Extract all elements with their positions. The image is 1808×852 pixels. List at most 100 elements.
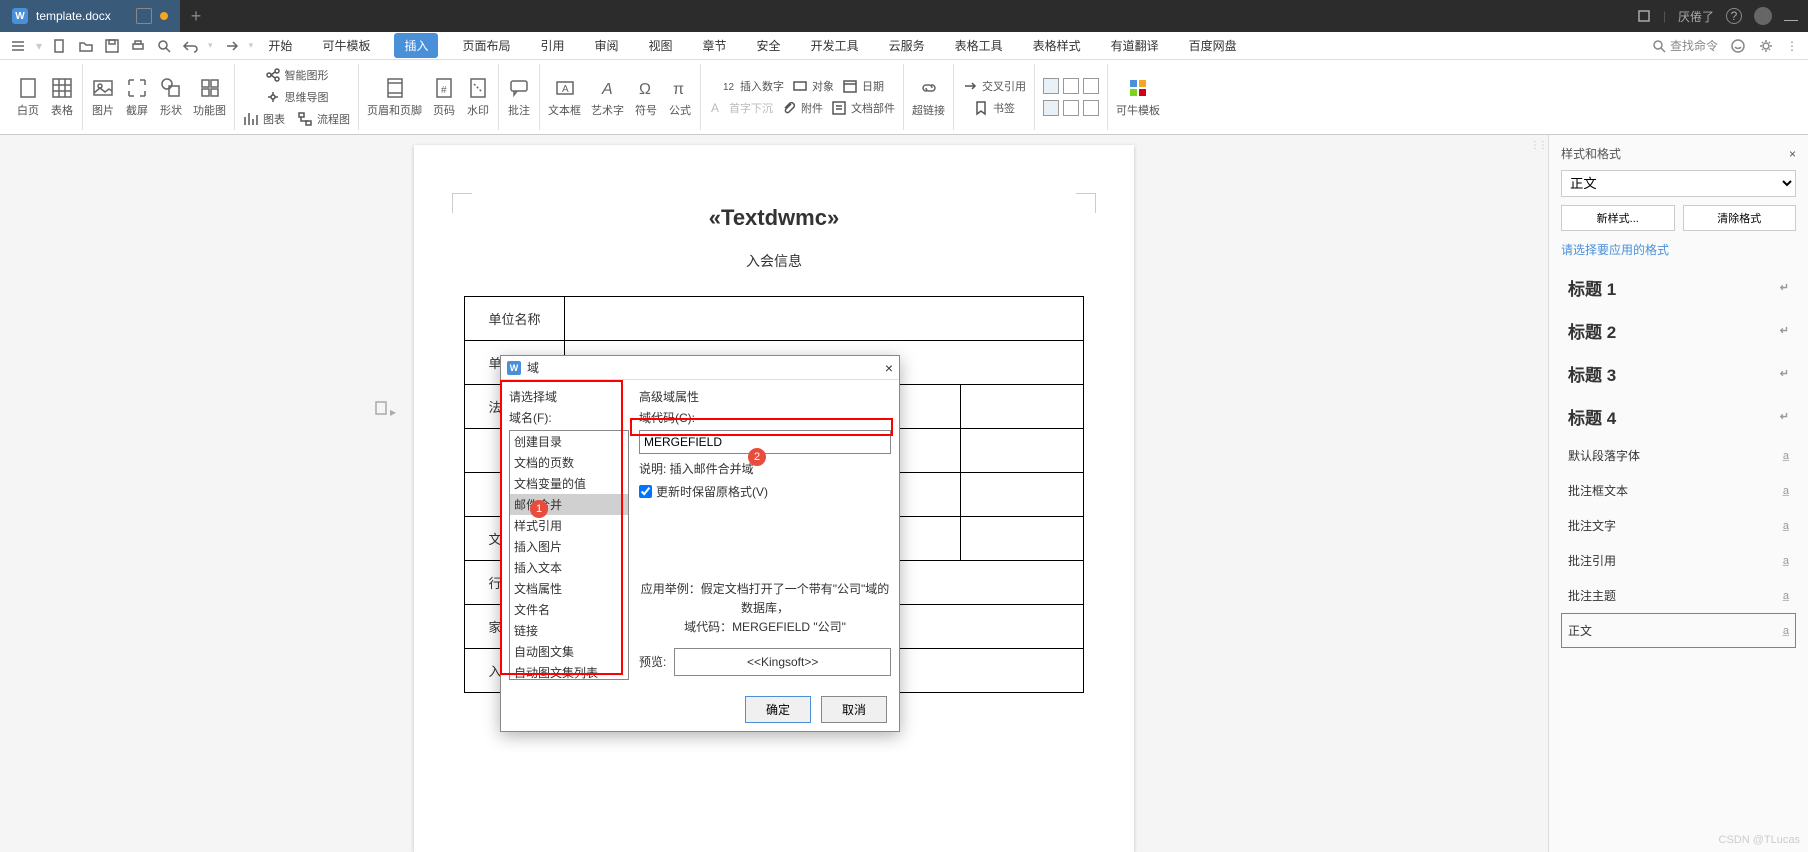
menu-layout[interactable]: 页面布局 bbox=[456, 33, 516, 58]
shapes-button[interactable]: 形状 bbox=[159, 76, 183, 118]
field-code-input[interactable] bbox=[639, 430, 891, 454]
add-tab-button[interactable]: + bbox=[180, 6, 212, 27]
menu-dev[interactable]: 开发工具 bbox=[805, 33, 865, 58]
hyperlink-button[interactable]: 超链接 bbox=[912, 76, 945, 118]
preview-icon[interactable] bbox=[156, 38, 172, 54]
dropcap-button[interactable]: A首字下沉 bbox=[709, 98, 773, 118]
field-option[interactable]: 自动图文集 bbox=[510, 641, 628, 662]
function-button[interactable]: 功能图 bbox=[193, 76, 226, 118]
style-item[interactable]: 批注引用a̲ bbox=[1561, 543, 1796, 578]
smartart-button[interactable]: 智能图形 bbox=[265, 65, 329, 85]
wordart-button[interactable]: A艺术字 bbox=[591, 76, 624, 118]
ok-button[interactable]: 确定 bbox=[745, 696, 811, 723]
dialog-titlebar[interactable]: W 域 × bbox=[501, 356, 899, 380]
field-option[interactable]: 自动图文集列表 bbox=[510, 662, 628, 680]
window-icon[interactable] bbox=[1637, 9, 1651, 23]
object-button[interactable]: 对象 bbox=[792, 76, 834, 96]
style-item[interactable]: 标题 2↵ bbox=[1561, 309, 1796, 352]
symbol-button[interactable]: Ω符号 bbox=[634, 76, 658, 118]
gear-icon[interactable] bbox=[1758, 38, 1774, 54]
menu-security[interactable]: 安全 bbox=[751, 33, 787, 58]
duplicate-icon[interactable] bbox=[136, 8, 152, 24]
smile-icon[interactable] bbox=[1730, 38, 1746, 54]
watermark-button[interactable]: 水印 bbox=[466, 76, 490, 118]
field-option[interactable]: 插入图片 bbox=[510, 536, 628, 557]
open-icon[interactable] bbox=[78, 38, 94, 54]
number-button[interactable]: 12插入数字 bbox=[720, 76, 784, 96]
layout5-icon[interactable] bbox=[1063, 100, 1079, 116]
menu-icon[interactable] bbox=[10, 38, 26, 54]
current-style-select[interactable]: 正文 bbox=[1561, 170, 1796, 197]
field-option[interactable]: 创建目录 bbox=[510, 431, 628, 452]
equation-button[interactable]: π公式 bbox=[668, 76, 692, 118]
panel-grip-icon[interactable]: ⋮⋮ bbox=[1530, 140, 1546, 151]
preserve-format-checkbox[interactable]: 更新时保留原格式(V) bbox=[639, 483, 891, 500]
menu-review[interactable]: 审阅 bbox=[589, 33, 625, 58]
date-button[interactable]: 日期 bbox=[842, 76, 884, 96]
mindmap-button[interactable]: 思维导图 bbox=[265, 87, 329, 107]
style-item[interactable]: 批注主题a̲ bbox=[1561, 578, 1796, 613]
style-item[interactable]: 正文a̲ bbox=[1561, 613, 1796, 648]
field-option[interactable]: 链接 bbox=[510, 620, 628, 641]
avatar[interactable] bbox=[1754, 7, 1772, 25]
panel-close-icon[interactable]: × bbox=[1789, 147, 1796, 161]
menu-start[interactable]: 开始 bbox=[262, 33, 298, 58]
menu-table-style[interactable]: 表格样式 bbox=[1027, 33, 1087, 58]
menu-insert[interactable]: 插入 bbox=[394, 33, 438, 58]
table-button[interactable]: 表格 bbox=[50, 76, 74, 118]
field-option[interactable]: 文档的页数 bbox=[510, 452, 628, 473]
menu-reference[interactable]: 引用 bbox=[534, 33, 570, 58]
field-option[interactable]: 文档属性 bbox=[510, 578, 628, 599]
minimize-icon[interactable] bbox=[1784, 20, 1798, 21]
menu-table-tools[interactable]: 表格工具 bbox=[949, 33, 1009, 58]
menu-view[interactable]: 视图 bbox=[643, 33, 679, 58]
close-icon[interactable]: × bbox=[885, 360, 893, 376]
undo-icon[interactable] bbox=[182, 38, 198, 54]
menu-cloud[interactable]: 云服务 bbox=[883, 33, 931, 58]
paragraph-mark-icon[interactable]: ▸ bbox=[374, 400, 396, 419]
keniu-template-button[interactable]: 可牛模板 bbox=[1116, 76, 1160, 118]
clear-format-button[interactable]: 清除格式 bbox=[1683, 205, 1797, 231]
style-item[interactable]: 标题 1↵ bbox=[1561, 266, 1796, 309]
layout4-icon[interactable] bbox=[1043, 100, 1059, 116]
layout3-icon[interactable] bbox=[1083, 78, 1099, 94]
style-item[interactable]: 标题 3↵ bbox=[1561, 352, 1796, 395]
style-item[interactable]: 批注文字a̲ bbox=[1561, 508, 1796, 543]
cancel-button[interactable]: 取消 bbox=[821, 696, 887, 723]
screenshot-button[interactable]: 截屏 bbox=[125, 76, 149, 118]
more-icon[interactable]: ⋮ bbox=[1786, 39, 1798, 53]
new-style-button[interactable]: 新样式... bbox=[1561, 205, 1675, 231]
field-listbox[interactable]: 创建目录文档的页数文档变量的值邮件合并样式引用插入图片插入文本文档属性文件名链接… bbox=[509, 430, 629, 680]
flowchart-button[interactable]: 流程图 bbox=[297, 109, 350, 129]
page-number-button[interactable]: #页码 bbox=[432, 76, 456, 118]
menu-baidu[interactable]: 百度网盘 bbox=[1183, 33, 1243, 58]
picture-button[interactable]: 图片 bbox=[91, 76, 115, 118]
blank-page-button[interactable]: 白页 bbox=[16, 76, 40, 118]
command-search[interactable]: 查找命令 bbox=[1652, 37, 1718, 54]
attachment-button[interactable]: 附件 bbox=[781, 98, 823, 118]
redo-icon[interactable] bbox=[223, 38, 239, 54]
field-option[interactable]: 插入文本 bbox=[510, 557, 628, 578]
style-item[interactable]: 默认段落字体a̲ bbox=[1561, 438, 1796, 473]
document-tab[interactable]: W template.docx bbox=[0, 0, 180, 32]
print-icon[interactable] bbox=[130, 38, 146, 54]
layout2-icon[interactable] bbox=[1063, 78, 1079, 94]
field-option[interactable]: 文件名 bbox=[510, 599, 628, 620]
style-item[interactable]: 批注框文本a̲ bbox=[1561, 473, 1796, 508]
header-footer-button[interactable]: 页眉和页脚 bbox=[367, 76, 422, 118]
field-option[interactable]: 样式引用 bbox=[510, 515, 628, 536]
menu-translate[interactable]: 有道翻译 bbox=[1105, 33, 1165, 58]
field-option[interactable]: 邮件合并 bbox=[510, 494, 628, 515]
crossref-button[interactable]: 交叉引用 bbox=[962, 76, 1026, 96]
new-icon[interactable] bbox=[52, 38, 68, 54]
style-item[interactable]: 标题 4↵ bbox=[1561, 395, 1796, 438]
layout6-icon[interactable] bbox=[1083, 100, 1099, 116]
help-icon[interactable]: ? bbox=[1726, 8, 1742, 24]
field-option[interactable]: 文档变量的值 bbox=[510, 473, 628, 494]
comment-button[interactable]: 批注 bbox=[507, 76, 531, 118]
menu-template[interactable]: 可牛模板 bbox=[316, 33, 376, 58]
menu-section[interactable]: 章节 bbox=[697, 33, 733, 58]
bookmark-button[interactable]: 书签 bbox=[973, 98, 1015, 118]
layout1-icon[interactable] bbox=[1043, 78, 1059, 94]
chart-button[interactable]: 图表 bbox=[243, 109, 285, 129]
